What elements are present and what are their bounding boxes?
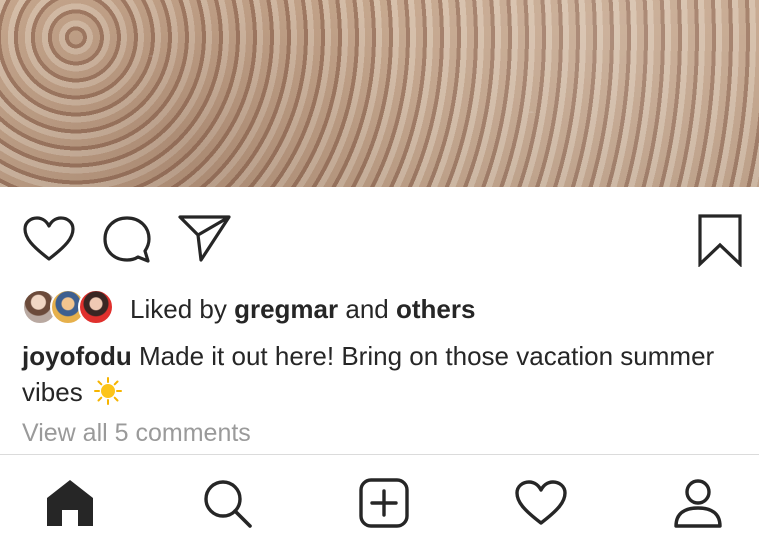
share-icon[interactable]	[177, 213, 233, 263]
likes-row[interactable]: Liked by gregmar and others	[22, 287, 742, 331]
sun-icon	[93, 377, 122, 414]
likes-conjunction: and	[345, 293, 389, 324]
comment-icon[interactable]	[100, 213, 154, 265]
bookmark-icon[interactable]	[697, 213, 743, 267]
profile-icon[interactable]	[648, 455, 748, 550]
likes-text: Liked by gregmar and others	[130, 294, 475, 325]
view-comments-link[interactable]: View all 5 comments	[22, 419, 251, 448]
post-caption: joyofodu Made it out here! Bring on thos…	[22, 338, 722, 414]
photo-shading	[0, 0, 759, 187]
liker-username[interactable]: gregmar	[234, 294, 338, 324]
likes-prefix: Liked by	[130, 293, 227, 324]
home-icon[interactable]	[20, 455, 120, 550]
post-actions-bar	[0, 187, 759, 283]
heart-icon[interactable]	[22, 215, 76, 263]
post-photo[interactable]	[0, 0, 759, 187]
search-icon[interactable]	[177, 455, 277, 550]
activity-heart-icon[interactable]	[491, 455, 591, 550]
likes-others-link[interactable]: others	[396, 294, 475, 324]
caption-username[interactable]: joyofodu	[22, 341, 132, 371]
bottom-tab-bar	[0, 454, 759, 550]
avatar	[78, 289, 114, 325]
liker-avatars	[22, 289, 116, 329]
add-post-icon[interactable]	[334, 455, 434, 550]
